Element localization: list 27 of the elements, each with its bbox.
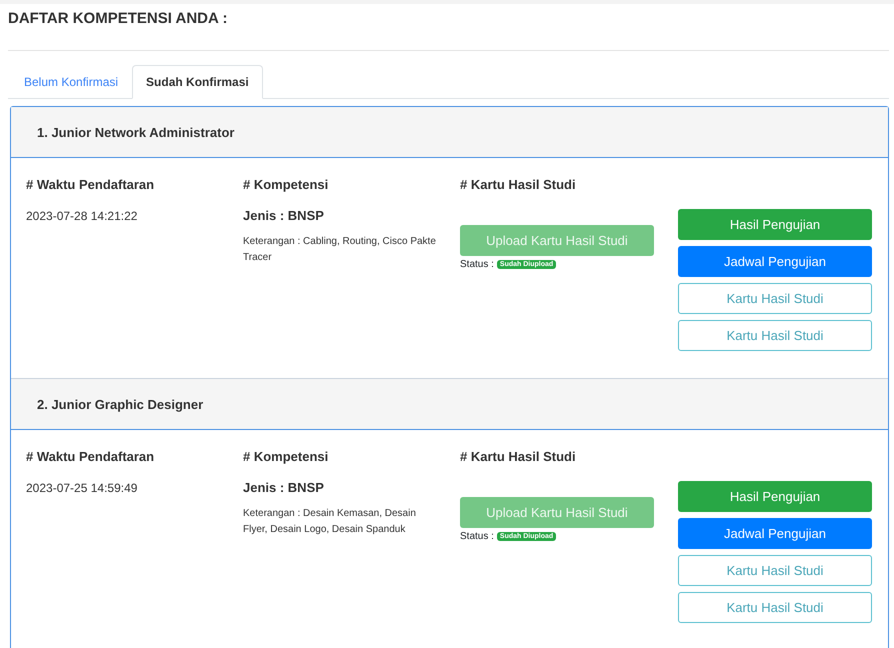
action-button[interactable]: Kartu Hasil Studi xyxy=(678,320,872,351)
column-heading: # Kompetensi xyxy=(243,177,330,192)
status-label: Status : xyxy=(460,531,494,542)
action-button[interactable]: Kartu Hasil Studi xyxy=(678,283,872,314)
action-button[interactable]: Jadwal Pengujian xyxy=(678,518,872,549)
registration-time: 2023-07-28 14:21:22 xyxy=(26,209,138,223)
competency-type: Jenis : BNSP xyxy=(243,480,325,495)
tab[interactable]: Sudah Konfirmasi xyxy=(132,65,263,99)
column-heading: # Kompetensi xyxy=(243,449,330,464)
status-label: Status : xyxy=(460,259,494,270)
action-button[interactable]: Kartu Hasil Studi xyxy=(678,592,872,623)
action-button[interactable]: Hasil Pengujian xyxy=(678,209,872,240)
column-heading: # Kartu Hasil Studi xyxy=(460,177,577,192)
action-button[interactable]: Kartu Hasil Studi xyxy=(678,555,872,586)
competency-description: Keterangan : Cabling, Routing, Cisco Pakte Tracer xyxy=(243,235,437,265)
action-button[interactable]: Hasil Pengujian xyxy=(678,481,872,512)
column-heading: # Waktu Pendaftaran xyxy=(26,449,156,464)
competency-title: 2. Junior Graphic Designer xyxy=(37,396,204,412)
page-title: DAFTAR KOMPETENSI ANDA : xyxy=(8,10,228,29)
column-heading: # Kartu Hasil Studi xyxy=(460,449,577,464)
tab[interactable]: Belum Konfirmasi xyxy=(10,65,132,99)
competency-type: Jenis : BNSP xyxy=(243,208,325,223)
competency-description: Keterangan : Desain Kemasan, Desain Flyer, Desain Logo, Desain Spanduk xyxy=(243,507,417,537)
registration-time: 2023-07-25 14:59:49 xyxy=(26,481,138,495)
action-button[interactable]: Jadwal Pengujian xyxy=(678,246,872,277)
column-heading: # Waktu Pendaftaran xyxy=(26,177,156,192)
competency-title: 1. Junior Network Administrator xyxy=(37,124,234,140)
